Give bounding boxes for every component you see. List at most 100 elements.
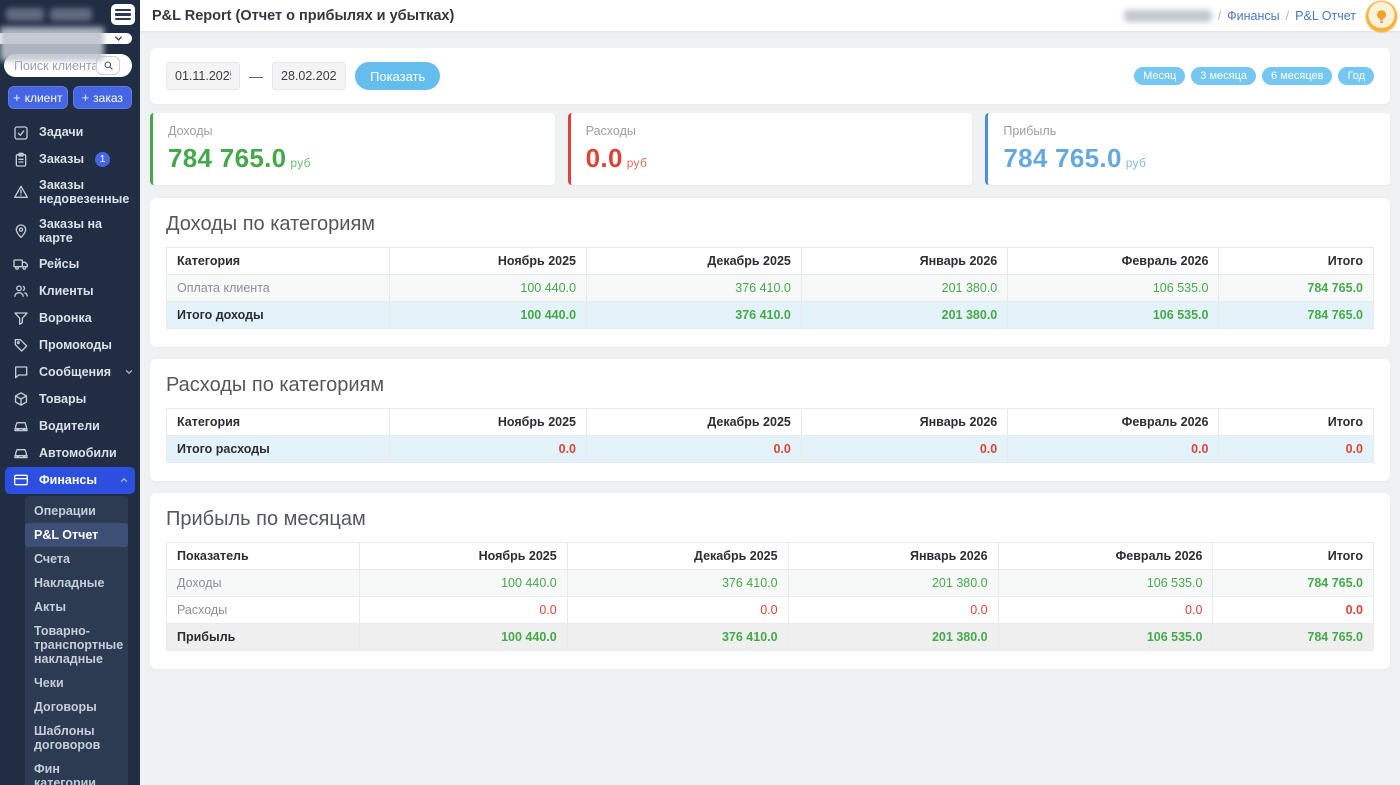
plus-icon: + xyxy=(13,91,21,104)
column-header: Итого xyxy=(1219,248,1374,275)
sidebar-item-messages[interactable]: Сообщения xyxy=(0,359,140,386)
date-from-input[interactable] xyxy=(166,62,240,90)
table-header-row: Категория Ноябрь 2025 Декабрь 2025 Январ… xyxy=(167,409,1374,436)
column-header: Январь 2026 xyxy=(801,409,1007,436)
branch-select-value xyxy=(0,27,104,61)
sidebar-nav: Задачи Заказы 1 Заказы недовезенные Зака… xyxy=(0,119,140,785)
table-total-row: Прибыль 100 440.0 376 410.0 201 380.0 10… xyxy=(167,624,1374,651)
submenu-item-waybills[interactable]: Накладные xyxy=(25,571,128,595)
submenu-item-contract-templates[interactable]: Шаблоны договоров xyxy=(25,719,128,757)
submenu-item-invoices[interactable]: Счета xyxy=(25,547,128,571)
sidebar-item-label: Сообщения xyxy=(39,365,111,379)
breadcrumb-current-page[interactable]: P&L Отчет xyxy=(1295,9,1356,23)
sidebar-item-label: Автомобили xyxy=(39,446,117,460)
sidebar-item-promocodes[interactable]: Промокоды xyxy=(0,332,140,359)
breadcrumb: / Финансы / P&L Отчет xyxy=(1124,9,1356,23)
submenu-item-fin-categories[interactable]: Фин категории xyxy=(25,757,128,785)
sidebar-item-tasks[interactable]: Задачи xyxy=(0,119,140,146)
chevron-down-icon xyxy=(113,33,124,44)
expenses-summary-card: Расходы 0.0руб xyxy=(568,113,973,185)
hamburger-icon xyxy=(115,9,131,11)
range-month-button[interactable]: Месяц xyxy=(1134,67,1185,85)
sidebar-item-label: Заказы на карте xyxy=(39,217,134,246)
menu-toggle-button[interactable] xyxy=(111,4,135,25)
help-widget-button[interactable] xyxy=(1366,1,1397,32)
value-cell: 0.0 xyxy=(788,597,998,624)
submenu-item-receipts[interactable]: Чеки xyxy=(25,671,128,695)
value-cell: 201 380.0 xyxy=(788,570,998,597)
app-window: + клиент + заказ Задачи Заказы 1 Заказы … xyxy=(0,0,1400,785)
sidebar-item-label: Водители xyxy=(39,419,100,433)
value-cell: 106 535.0 xyxy=(998,624,1213,651)
sidebar-item-label: Промокоды xyxy=(39,338,112,352)
category-cell: Прибыль xyxy=(167,624,360,651)
map-pin-icon xyxy=(13,223,30,240)
income-by-category-section: Доходы по категориям Категория Ноябрь 20… xyxy=(150,198,1390,347)
expenses-table: Категория Ноябрь 2025 Декабрь 2025 Январ… xyxy=(166,408,1374,463)
value-cell: 376 410.0 xyxy=(567,624,788,651)
income-summary-card: Доходы 784 765.0руб xyxy=(150,113,555,185)
submenu-item-pnl-report[interactable]: P&L Отчет xyxy=(25,523,128,547)
breadcrumb-finances-link[interactable]: Финансы xyxy=(1227,9,1279,23)
chat-icon xyxy=(13,364,30,381)
sidebar-item-orders-on-map[interactable]: Заказы на карте xyxy=(0,212,140,251)
value-cell: 201 380.0 xyxy=(788,624,998,651)
funnel-icon xyxy=(13,310,30,327)
range-3months-button[interactable]: 3 месяца xyxy=(1191,67,1256,85)
range-year-button[interactable]: Год xyxy=(1338,67,1374,85)
currency-unit: руб xyxy=(290,156,310,170)
sidebar-item-label: Задачи xyxy=(39,125,83,139)
sidebar-item-drivers[interactable]: Водители xyxy=(0,413,140,440)
add-order-button[interactable]: + заказ xyxy=(73,86,133,109)
show-button[interactable]: Показать xyxy=(355,62,440,90)
date-range-dash: — xyxy=(249,68,263,84)
income-value: 784 765.0 xyxy=(168,143,286,173)
sidebar-item-finances[interactable]: Финансы xyxy=(5,467,135,494)
column-header: Февраль 2026 xyxy=(998,543,1213,570)
column-header: Категория xyxy=(167,409,390,436)
branch-select[interactable] xyxy=(0,33,132,44)
sidebar-item-goods[interactable]: Товары xyxy=(0,386,140,413)
column-header: Итого xyxy=(1219,409,1374,436)
column-header: Февраль 2026 xyxy=(1008,409,1219,436)
submenu-item-transport-waybills[interactable]: Товарно-транспортные накладные xyxy=(25,619,128,671)
sidebar-item-funnel[interactable]: Воронка xyxy=(0,305,140,332)
currency-unit: руб xyxy=(1126,156,1146,170)
add-client-button[interactable]: + клиент xyxy=(8,86,68,109)
date-to-input[interactable] xyxy=(272,62,346,90)
sidebar-item-vehicles[interactable]: Автомобили xyxy=(0,440,140,467)
sidebar-item-orders[interactable]: Заказы 1 xyxy=(0,146,140,173)
range-6months-button[interactable]: 6 месяцев xyxy=(1262,67,1332,85)
breadcrumb-separator: / xyxy=(1286,9,1289,23)
tag-icon xyxy=(13,337,30,354)
value-cell: 100 440.0 xyxy=(390,302,587,329)
submenu-item-acts[interactable]: Акты xyxy=(25,595,128,619)
value-cell: 100 440.0 xyxy=(360,570,568,597)
chevron-up-icon xyxy=(119,475,129,485)
value-cell: 201 380.0 xyxy=(801,302,1007,329)
section-title: Расходы по категориям xyxy=(166,374,1374,397)
sidebar-item-clients[interactable]: Клиенты xyxy=(0,278,140,305)
value-cell: 0.0 xyxy=(360,597,568,624)
column-header: Декабрь 2025 xyxy=(567,543,788,570)
submenu-item-contracts[interactable]: Договоры xyxy=(25,695,128,719)
sidebar-item-label: Заказы xyxy=(39,152,84,166)
value-cell: 100 440.0 xyxy=(360,624,568,651)
filter-panel: — Показать Месяц 3 месяца 6 месяцев Год xyxy=(150,48,1390,104)
orders-count-badge: 1 xyxy=(95,152,110,167)
sidebar-item-trips[interactable]: Рейсы xyxy=(0,251,140,278)
category-cell: Расходы xyxy=(167,597,360,624)
column-header: Февраль 2026 xyxy=(1008,248,1219,275)
table-header-row: Категория Ноябрь 2025 Декабрь 2025 Январ… xyxy=(167,248,1374,275)
sidebar-item-undelivered-orders[interactable]: Заказы недовезенные xyxy=(0,173,140,212)
total-cell: 784 765.0 xyxy=(1213,570,1374,597)
plus-icon: + xyxy=(82,91,90,104)
credit-card-icon xyxy=(13,472,30,489)
total-cell: 0.0 xyxy=(1219,436,1374,463)
add-client-label: клиент xyxy=(25,91,63,105)
submenu-item-operations[interactable]: Операции xyxy=(25,499,128,523)
value-cell: 376 410.0 xyxy=(567,570,788,597)
main-area: P&L Report (Отчет о прибылях и убытках) … xyxy=(140,0,1400,785)
expenses-by-category-section: Расходы по категориям Категория Ноябрь 2… xyxy=(150,359,1390,481)
category-cell: Оплата клиента xyxy=(167,275,390,302)
